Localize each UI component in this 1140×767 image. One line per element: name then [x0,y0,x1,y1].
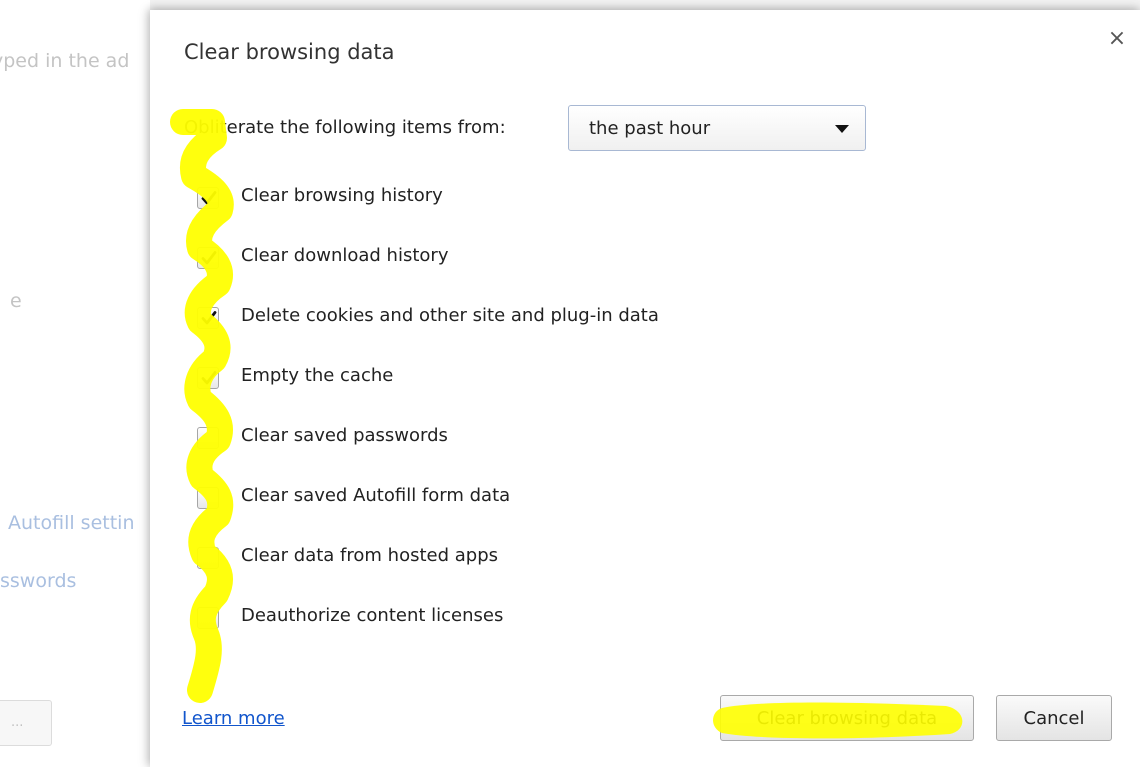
option-label: Clear data from hosted apps [241,545,499,566]
checkbox-unchecked[interactable] [197,547,219,569]
checkbox-checked[interactable] [197,367,219,389]
learn-more-link[interactable]: Learn more [182,708,285,729]
checkbox-checked[interactable] [197,187,219,209]
option-label: Clear saved passwords [241,425,448,446]
checkmark-icon [201,191,217,205]
checkbox-checked[interactable] [197,247,219,269]
time-range-label: Obliterate the following items from: [184,117,506,138]
background-text: yped in the ad [0,50,130,72]
time-range-select[interactable]: the past hour [568,105,866,151]
dialog-title: Clear browsing data [184,40,395,64]
checkbox-checked[interactable] [197,307,219,329]
background-link: Autofill settin [8,512,135,534]
option-label: Delete cookies and other site and plug-i… [241,305,659,326]
background-link: sswords [0,570,77,592]
background-settings-page: yped in the ad e Autofill settin sswords… [0,0,150,767]
option-label: Clear browsing history [241,185,443,206]
option-label: Deauthorize content licenses [241,605,504,626]
time-range-selected-value: the past hour [589,118,711,139]
checkmark-icon [201,371,217,385]
clear-browsing-data-button[interactable]: Clear browsing data [720,695,974,741]
checkbox-unchecked[interactable] [197,607,219,629]
close-icon[interactable]: × [1106,28,1128,50]
checkmark-icon [201,311,217,325]
option-label: Clear saved Autofill form data [241,485,511,506]
clear-browsing-data-dialog: × Clear browsing data Obliterate the fol… [150,10,1140,767]
cancel-button[interactable]: Cancel [996,695,1112,741]
background-text: e [10,290,22,312]
checkmark-icon [201,251,217,265]
background-button: ... [0,700,52,746]
dropdown-arrow-icon [835,125,849,133]
option-label: Clear download history [241,245,449,266]
option-label: Empty the cache [241,365,394,386]
checkbox-unchecked[interactable] [197,427,219,449]
checkbox-unchecked[interactable] [197,487,219,509]
